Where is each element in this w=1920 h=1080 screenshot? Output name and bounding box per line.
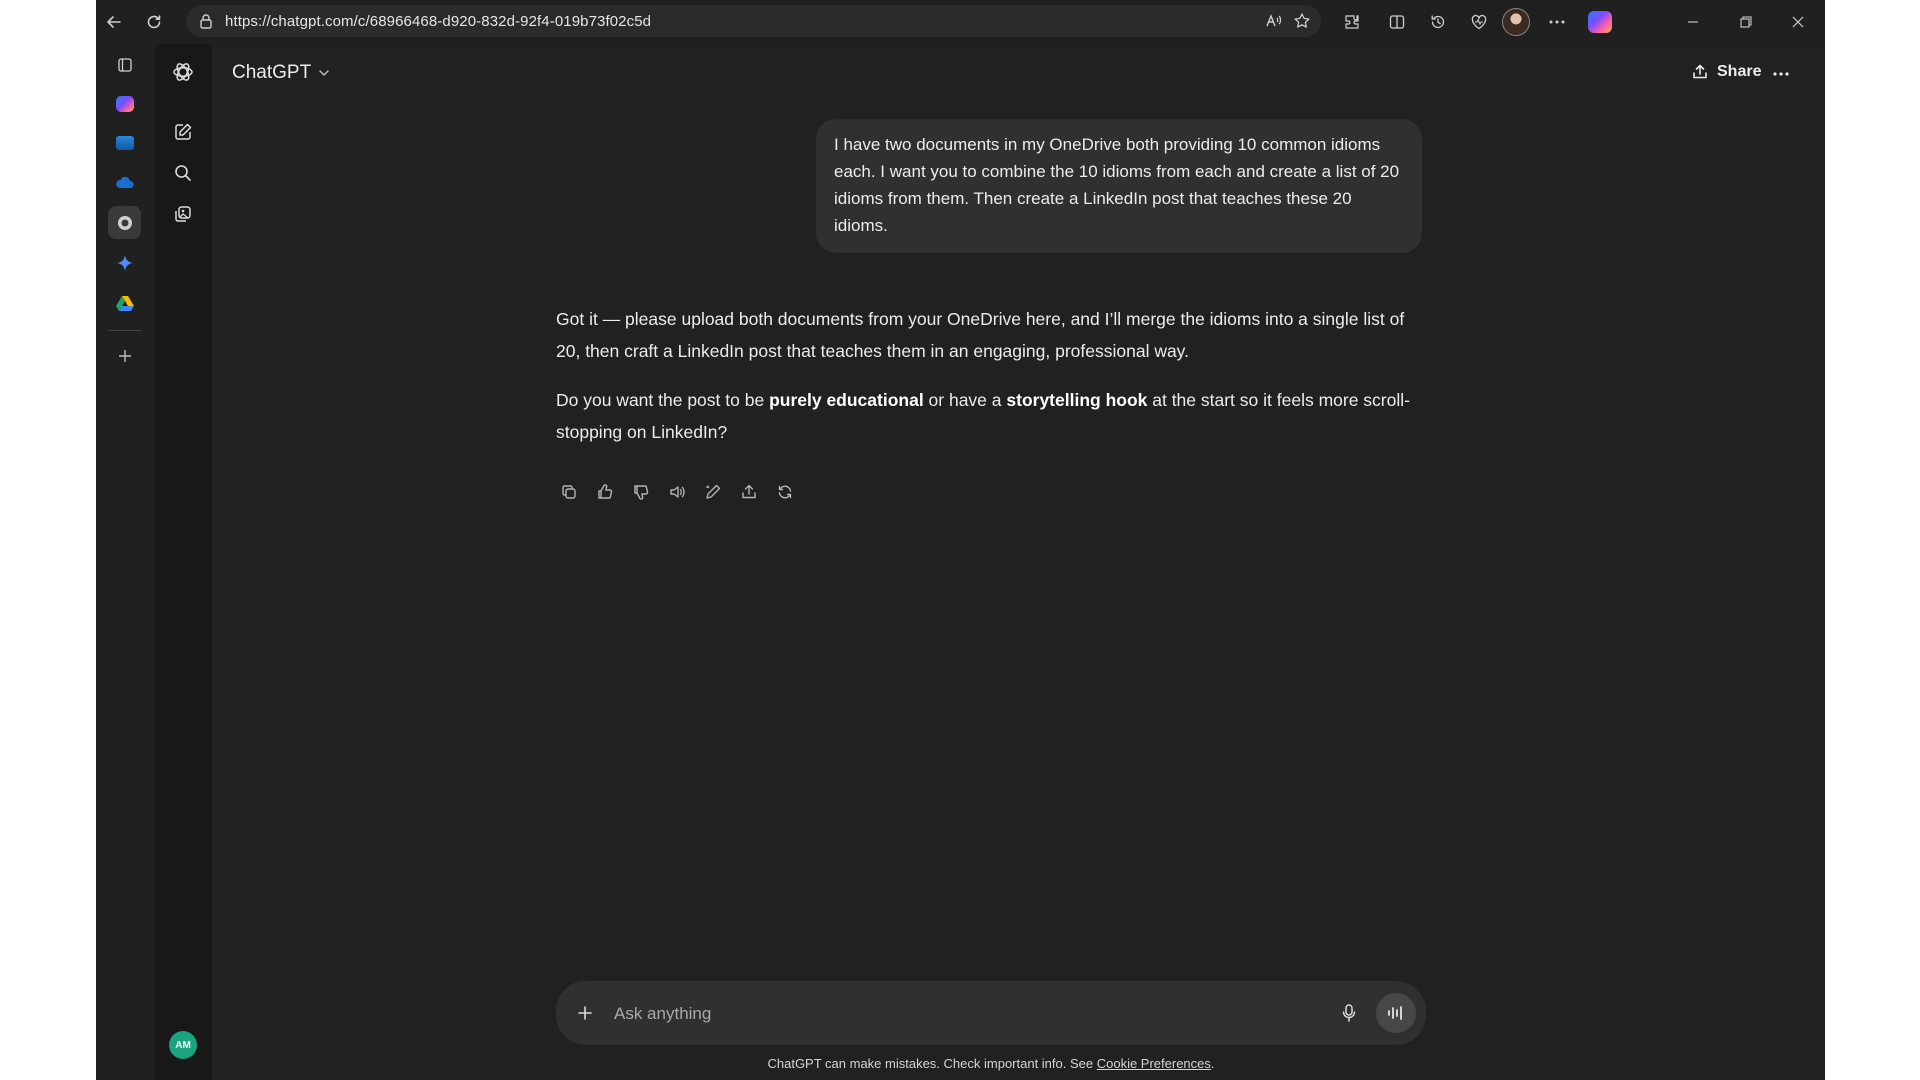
split-screen-icon[interactable] <box>1383 8 1411 36</box>
favorite-star-icon[interactable] <box>1290 9 1314 33</box>
microphone-icon[interactable] <box>1334 998 1364 1028</box>
read-aloud-icon[interactable] <box>1262 9 1286 33</box>
edit-in-canvas-icon[interactable] <box>698 477 728 507</box>
assistant-paragraph-1: Got it — please upload both documents fr… <box>556 309 1405 361</box>
prompt-input[interactable] <box>612 998 1256 1030</box>
assistant-paragraph-2: Do you want the post to be purely educat… <box>556 390 1410 442</box>
onedrive-app-icon[interactable] <box>108 166 141 199</box>
lock-icon[interactable] <box>194 9 218 33</box>
new-chat-icon[interactable] <box>168 117 198 147</box>
chatgpt-rail: AM <box>154 44 212 1080</box>
add-app-icon[interactable] <box>108 339 141 372</box>
minimize-icon[interactable] <box>1673 8 1713 36</box>
tab-actions-icon[interactable] <box>108 48 141 81</box>
user-avatar[interactable]: AM <box>169 1031 197 1059</box>
model-selector[interactable]: ChatGPT <box>232 62 331 84</box>
bold-purely-educational: purely educational <box>769 390 924 410</box>
share-icon <box>1693 64 1707 79</box>
user-message: I have two documents in my OneDrive both… <box>816 119 1422 253</box>
back-icon[interactable] <box>100 8 128 36</box>
url-text[interactable]: https://chatgpt.com/c/68966468-d920-832d… <box>225 13 651 30</box>
history-icon[interactable] <box>1424 8 1452 36</box>
extensions-icon[interactable] <box>1338 8 1366 36</box>
share-label: Share <box>1717 63 1762 80</box>
copilot-icon[interactable] <box>1586 8 1614 36</box>
cookie-preferences-link[interactable]: Cookie Preferences <box>1097 1056 1211 1071</box>
composer <box>556 981 1426 1045</box>
thumbs-down-icon[interactable] <box>626 477 656 507</box>
sidebar-divider <box>108 330 141 331</box>
model-name: ChatGPT <box>232 62 312 83</box>
search-icon[interactable] <box>168 158 198 188</box>
bold-storytelling-hook: storytelling hook <box>1006 390 1148 410</box>
refresh-icon[interactable] <box>140 8 168 36</box>
chevron-down-icon <box>319 70 329 77</box>
share-message-icon[interactable] <box>734 477 764 507</box>
gemini-app-icon[interactable] <box>108 246 141 279</box>
disclaimer: ChatGPT can make mistakes. Check importa… <box>767 1056 1215 1071</box>
chatgpt-logo-icon[interactable] <box>168 57 198 87</box>
plus-icon[interactable] <box>570 998 600 1028</box>
profile-avatar-icon[interactable] <box>1502 8 1530 36</box>
browser-essentials-icon[interactable] <box>1465 8 1493 36</box>
copy-icon[interactable] <box>554 477 584 507</box>
chatgpt-app-icon[interactable] <box>108 206 141 239</box>
address-bar[interactable]: https://chatgpt.com/c/68966468-d920-832d… <box>186 5 1321 37</box>
voice-mode-icon[interactable] <box>1376 993 1416 1033</box>
close-window-icon[interactable] <box>1778 8 1818 36</box>
outlook-app-icon[interactable] <box>108 126 141 159</box>
settings-more-icon[interactable] <box>1543 8 1571 36</box>
google-drive-app-icon[interactable] <box>108 286 141 319</box>
edge-sidebar <box>96 44 153 1080</box>
restore-icon[interactable] <box>1726 8 1766 36</box>
conversation-options-icon[interactable] <box>1767 60 1795 88</box>
share-button[interactable]: Share <box>1691 63 1761 81</box>
message-actions <box>554 477 800 507</box>
thumbs-up-icon[interactable] <box>590 477 620 507</box>
read-aloud-speaker-icon[interactable] <box>662 477 692 507</box>
assistant-message: Got it — please upload both documents fr… <box>556 303 1426 465</box>
library-icon[interactable] <box>168 199 198 229</box>
browser-window: https://chatgpt.com/c/68966468-d920-832d… <box>96 0 1825 1080</box>
chatgpt-page: AM ChatGPT Share I have two documents in… <box>154 44 1825 1080</box>
browser-toolbar: https://chatgpt.com/c/68966468-d920-832d… <box>96 0 1825 44</box>
regenerate-icon[interactable] <box>770 477 800 507</box>
copilot-app-icon[interactable] <box>108 87 141 120</box>
